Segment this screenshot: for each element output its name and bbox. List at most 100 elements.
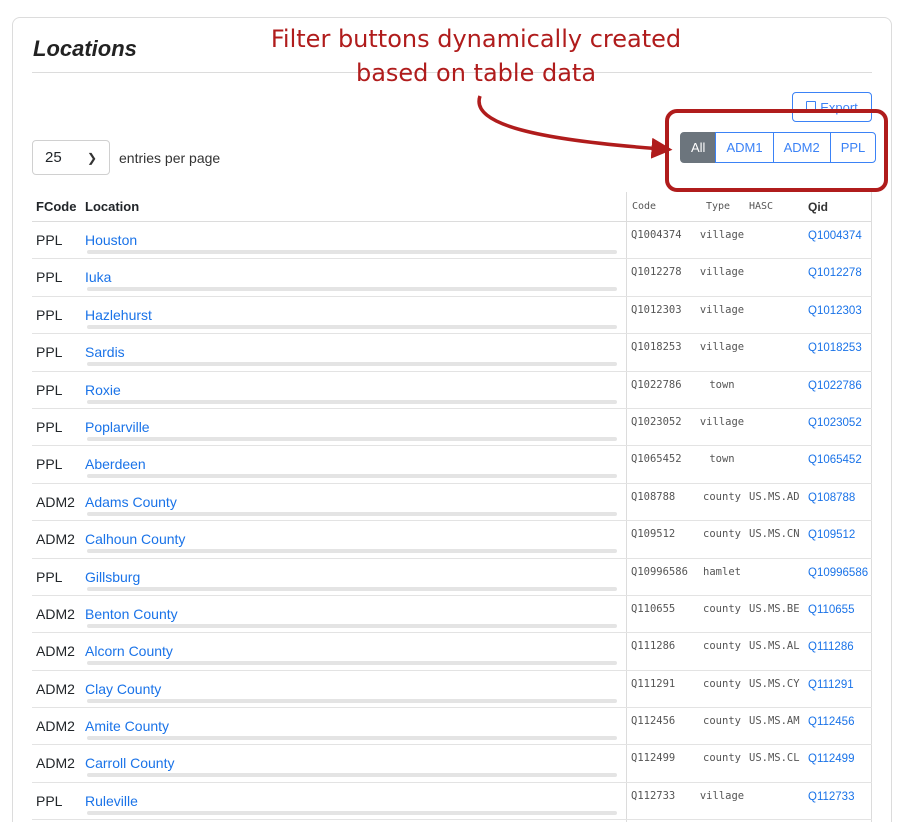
cell-location-link[interactable]: Carroll County (85, 755, 174, 771)
location-progress-bar (87, 773, 617, 778)
cell-location-link[interactable]: Alcorn County (85, 643, 173, 659)
cell-type: village (699, 789, 745, 802)
cell-fcode: PPL (36, 381, 63, 398)
cell-location-link[interactable]: Hazlehurst (85, 307, 152, 323)
location-progress-bar (87, 287, 617, 292)
cell-code: Q1012278 (631, 266, 682, 279)
table-header: FCode Location Code Type HASC Qid (32, 190, 872, 222)
cell-location-link[interactable]: Amite County (85, 718, 169, 734)
cell-fcode: ADM2 (36, 643, 75, 660)
cell-qid-link[interactable]: Q1004374 (808, 230, 862, 242)
cell-code: Q112733 (631, 789, 676, 802)
cell-qid-link[interactable]: Q1012278 (808, 267, 862, 279)
cell-code: Q110655 (631, 602, 676, 615)
cell-type: village (699, 341, 745, 354)
cell-qid-link[interactable]: Q1023052 (808, 417, 862, 429)
table-row: PPL Houston Q1004374 village Q1004374 (32, 222, 872, 260)
cell-qid-link[interactable]: Q109512 (808, 529, 855, 541)
cell-fcode: PPL (36, 306, 63, 323)
header-qid[interactable]: Qid (808, 200, 828, 214)
header-fcode[interactable]: FCode (36, 199, 76, 214)
cell-code: Q109512 (631, 528, 676, 541)
cell-location-link[interactable]: Sardis (85, 344, 125, 360)
cell-code: Q111291 (631, 677, 676, 690)
cell-code: Q1065452 (631, 453, 682, 466)
cell-type: county (703, 602, 741, 615)
header-type[interactable]: Type (706, 201, 730, 212)
cell-type: county (703, 640, 741, 653)
cell-location-link[interactable]: Ruleville (85, 793, 138, 809)
entries-per-page-select[interactable]: 25 ❯ (32, 140, 110, 175)
cell-code: Q112499 (631, 752, 676, 765)
cell-qid-link[interactable]: Q108788 (808, 492, 855, 504)
header-code[interactable]: Code (632, 201, 656, 212)
entries-per-page-value: 25 (45, 149, 62, 166)
cell-type: county (703, 528, 741, 541)
cell-location-link[interactable]: Calhoun County (85, 531, 185, 547)
cell-qid-link[interactable]: Q10996586 (808, 567, 868, 579)
locations-table: FCode Location Code Type HASC Qid PPL Hou… (32, 190, 872, 821)
header-hasc[interactable]: HASC (749, 201, 773, 212)
table-row: ADM2 Amite County Q112456 county US.MS.AM Q11… (32, 708, 872, 746)
cell-location-link[interactable]: Iuka (85, 269, 111, 285)
cell-code: Q1023052 (631, 415, 682, 428)
cell-type: hamlet (703, 565, 741, 578)
cell-location-link[interactable]: Clay County (85, 681, 161, 697)
location-progress-bar (87, 661, 617, 666)
table-row: PPL Ruleville Q112733 village Q112733 (32, 783, 872, 821)
table-row: ADM2 Adams County Q108788 county US.MS.AD Q10… (32, 484, 872, 522)
cell-hasc: US.MS.AD (749, 490, 800, 503)
cell-fcode: PPL (36, 792, 63, 809)
location-progress-bar (87, 474, 617, 479)
cell-hasc: US.MS.CY (749, 677, 800, 690)
location-progress-bar (87, 511, 617, 516)
cell-code: Q112456 (631, 715, 676, 728)
cell-location-link[interactable]: Adams County (85, 494, 177, 510)
cell-qid-link[interactable]: Q111291 (808, 679, 854, 691)
cell-type: town (709, 378, 735, 391)
cell-qid-link[interactable]: Q111286 (808, 641, 854, 653)
location-progress-bar (87, 399, 617, 404)
table-row: PPL Roxie Q1022786 town Q1022786 (32, 372, 872, 409)
cell-qid-link[interactable]: Q1022786 (808, 380, 862, 392)
table-row: PPL Poplarville Q1023052 village Q1023052 (32, 409, 872, 447)
cell-type: village (699, 303, 745, 316)
cell-fcode: ADM2 (36, 680, 75, 697)
cell-fcode: ADM2 (36, 755, 75, 772)
header-location[interactable]: Location (85, 199, 139, 214)
cell-qid-link[interactable]: Q1065452 (808, 454, 862, 466)
location-progress-bar (87, 324, 617, 329)
cell-location-link[interactable]: Houston (85, 232, 137, 248)
cell-qid-link[interactable]: Q1012303 (808, 305, 862, 317)
cell-type: county (703, 715, 741, 728)
cell-fcode: ADM2 (36, 718, 75, 735)
chevron-down-icon: ❯ (86, 150, 97, 165)
cell-qid-link[interactable]: Q110655 (808, 604, 854, 616)
cell-hasc: US.MS.CN (749, 528, 800, 541)
cell-qid-link[interactable]: Q112456 (808, 716, 854, 728)
location-progress-bar (87, 250, 617, 254)
location-progress-bar (87, 736, 617, 741)
table-row: PPL Iuka Q1012278 village Q1012278 (32, 259, 872, 297)
table-row: PPL Sardis Q1018253 village Q1018253 (32, 334, 872, 372)
cell-type: village (699, 229, 745, 241)
cell-type: town (709, 453, 735, 466)
cell-location-link[interactable]: Benton County (85, 606, 178, 622)
cell-qid-link[interactable]: Q112733 (808, 791, 854, 803)
cell-hasc: US.MS.BE (749, 602, 800, 615)
table-row: ADM2 Calhoun County Q109512 county US.MS.CN Q… (32, 521, 872, 559)
cell-code: Q1022786 (631, 378, 682, 391)
location-progress-bar (87, 586, 617, 591)
cell-fcode: PPL (36, 456, 63, 473)
cell-qid-link[interactable]: Q112499 (808, 753, 854, 765)
entries-per-page-label: entries per page (119, 150, 221, 166)
table-row: PPL Aberdeen Q1065452 town Q1065452 (32, 446, 872, 484)
cell-location-link[interactable]: Poplarville (85, 419, 150, 435)
location-progress-bar (87, 623, 617, 628)
cell-qid-link[interactable]: Q1018253 (808, 342, 862, 354)
cell-location-link[interactable]: Aberdeen (85, 456, 146, 472)
cell-location-link[interactable]: Gillsburg (85, 569, 140, 585)
cell-location-link[interactable]: Roxie (85, 382, 121, 398)
cell-hasc: US.MS.AL (749, 640, 800, 653)
location-progress-bar (87, 362, 617, 367)
